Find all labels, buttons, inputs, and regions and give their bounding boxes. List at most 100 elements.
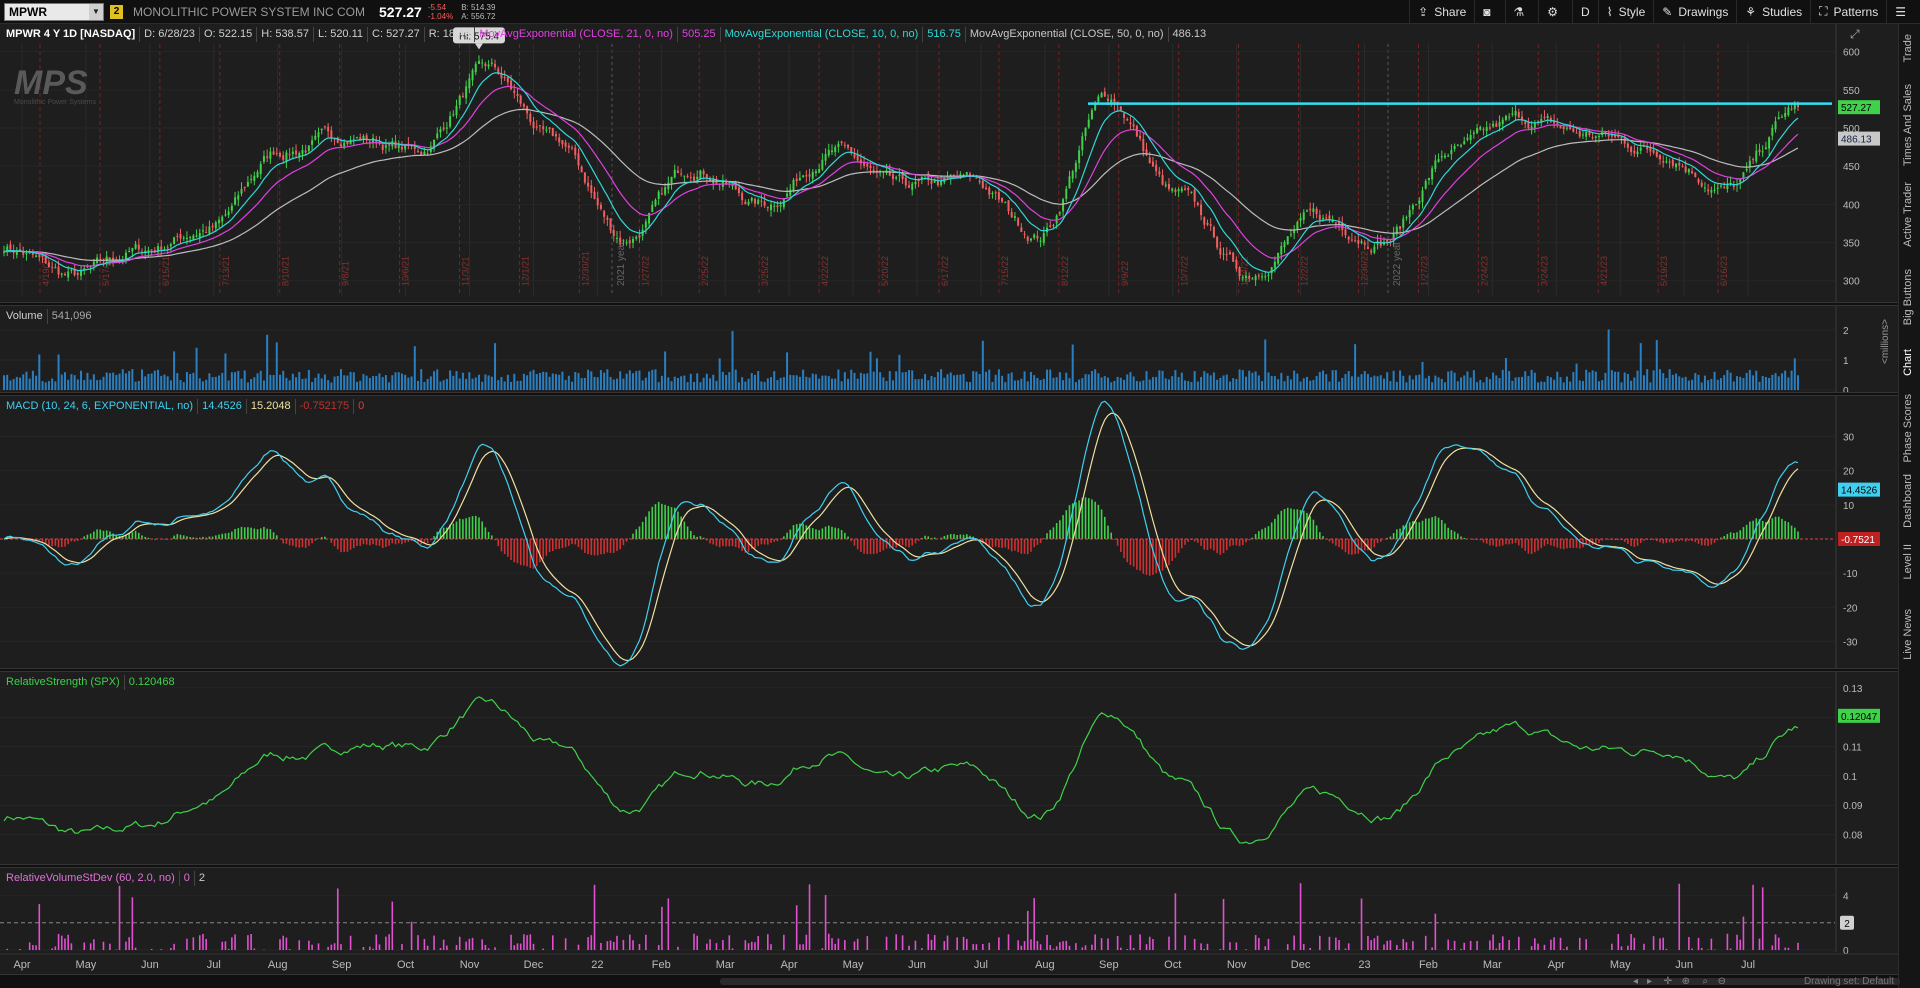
patterns-button[interactable]: ⛶ Patterns [1810, 0, 1886, 24]
candle-body [904, 177, 907, 186]
volume-bar [301, 378, 304, 390]
macd-value-tag: 14.4526 [1838, 482, 1880, 497]
relative-strength-pane[interactable]: RelativeStrength (SPX) 0.120468 0.130.12… [0, 672, 1898, 864]
ema10-label[interactable]: MovAvgExponential (CLOSE, 10, 0, no) [719, 26, 923, 42]
aggregation-button[interactable]: D [1572, 0, 1598, 24]
right-tab-active-trader[interactable]: Active Trader [1902, 182, 1914, 247]
macd-title[interactable]: MACD (10, 24, 6, EXPONENTIAL, no) [4, 399, 197, 414]
candle-body [795, 178, 798, 182]
rv-bar [523, 934, 525, 950]
volume-bar [429, 376, 432, 390]
symbol-dropdown-icon[interactable]: ▼ [89, 3, 103, 20]
macd-pane[interactable]: MACD (10, 24, 6, EXPONENTIAL, no) 14.452… [0, 396, 1898, 668]
right-tab-chart[interactable]: Chart [1902, 349, 1914, 376]
volume-bar [413, 346, 416, 390]
volume-bar [1774, 373, 1777, 390]
volume-bar [814, 374, 817, 390]
rv-chart-svg[interactable]: 402Apr May Jun Jul Aug Sep Oct Nov Dec 22 Feb Mar Ap… [0, 868, 1898, 974]
macd-histogram-bar [645, 516, 647, 539]
candle-body [1013, 216, 1016, 218]
rv-title[interactable]: RelativeVolumeStDev (60, 2.0, no) [4, 871, 179, 886]
volume-bar [131, 369, 134, 390]
volume-bar [494, 343, 497, 390]
rv-bar [1559, 937, 1562, 950]
candle-body [612, 229, 615, 236]
right-tab-times-and-sales[interactable]: Times And Sales [1902, 84, 1914, 166]
date-marker-label: 2/24/23 [1479, 256, 1489, 286]
candle-body [275, 152, 278, 154]
rv-bar [1550, 939, 1552, 950]
rs-chart-svg[interactable]: 0.130.120.110.10.090.080.12047 [0, 672, 1898, 864]
rv-bar [1309, 947, 1311, 950]
right-tab-level-ii[interactable]: Level II [1902, 544, 1914, 579]
candle-body [1626, 143, 1629, 148]
volume-chart-svg[interactable]: 210<millions> [0, 306, 1898, 397]
date-marker-label: 3/25/22 [760, 256, 770, 286]
snapshot-button[interactable]: ◙ [1474, 0, 1504, 24]
right-tab-live-news[interactable]: Live News [1902, 609, 1914, 660]
share-button[interactable]: ⇪ Share [1409, 0, 1474, 24]
candle-body [426, 153, 429, 155]
candle-body [1052, 224, 1055, 226]
link-group-badge[interactable]: 2 [110, 4, 123, 19]
volume-bar [1107, 377, 1109, 390]
scroll-right-icon[interactable]: ▸ [1647, 975, 1652, 988]
volume-bar [362, 374, 365, 390]
ema50-label[interactable]: MovAvgExponential (CLOSE, 50, 0, no) [964, 26, 1168, 42]
volume-bar [831, 378, 833, 390]
crosshair-icon[interactable]: ✛ [1664, 975, 1672, 988]
candle-body [869, 165, 872, 169]
style-button[interactable]: ⌇ Style [1597, 0, 1654, 24]
macd-histogram-bar [221, 533, 224, 539]
price-chart-svg[interactable]: 4/19/21 5/17/21 6/15/21 7/13/21 8/10/21 9/8/2… [0, 24, 1898, 302]
macd-histogram-bar [689, 530, 692, 539]
symbol-input[interactable]: MPWR ▼ [4, 2, 104, 21]
scroll-left-icon[interactable]: ◂ [1633, 975, 1638, 988]
volume-bar [997, 369, 1000, 390]
studies-button[interactable]: ⚘ Studies [1736, 0, 1810, 24]
zoom-out-icon[interactable]: ⊖ [1718, 975, 1726, 988]
rv-bar [317, 943, 320, 950]
rv-bar [1055, 946, 1058, 950]
volume-bar [320, 378, 323, 390]
volume-pane[interactable]: Volume 541,096 2 1 0 <millions> [0, 306, 1898, 397]
settings-button[interactable]: ⚙ [1538, 0, 1572, 24]
relative-volume-pane[interactable]: RelativeVolumeStDev (60, 2.0, no) 0 2 40… [0, 868, 1898, 974]
rv-bar [542, 948, 544, 950]
volume-bar [792, 375, 795, 390]
volume-bar [442, 380, 445, 390]
price-pane[interactable]: MPWR 4 Y 1D [NASDAQ] D: 6/28/23 O: 522.1… [0, 24, 1898, 302]
rv-bar [1267, 938, 1270, 950]
macd-chart-svg[interactable]: 302010-10-20-3014.4526-0.7521 [0, 396, 1898, 668]
zoom-icon[interactable]: ⊕ [1682, 975, 1690, 988]
volume-bar [1100, 377, 1103, 390]
x-axis-month-label: Nov [1227, 959, 1247, 971]
last-price-tag: 527.27 [1838, 100, 1880, 115]
candle-body [250, 178, 253, 180]
volume-bar [92, 374, 95, 390]
rs-title[interactable]: RelativeStrength (SPX) [4, 675, 124, 690]
right-tab-phase-scores[interactable]: Phase Scores [1902, 394, 1914, 462]
right-tab-dashboard[interactable]: Dashboard [1902, 474, 1914, 528]
volume-bar [121, 369, 124, 390]
search-icon[interactable]: ⌕ [1702, 975, 1708, 988]
macd-histogram-bar [1152, 539, 1154, 575]
volume-bar [240, 378, 243, 390]
flask-icon: ⚗ [1513, 4, 1525, 19]
right-tab-trade[interactable]: Trade [1902, 34, 1914, 62]
date-marker-label: 9/9/22 [1120, 261, 1130, 286]
volume-bar [741, 377, 744, 390]
macd-histogram-bar [612, 539, 615, 553]
ema21-label[interactable]: MovAvgExponential (CLOSE, 21, 0, no) [474, 26, 677, 42]
right-tab-big-buttons[interactable]: Big Buttons [1902, 269, 1914, 325]
macd-histogram-bar [1136, 539, 1138, 570]
candle-body [1546, 115, 1549, 118]
menu-button[interactable]: ☰ [1886, 0, 1920, 24]
volume-bar [786, 352, 789, 390]
drawings-button[interactable]: ✎ Drawings [1653, 0, 1736, 24]
lab-button[interactable]: ⚗ [1504, 0, 1539, 24]
volume-bar [1742, 378, 1745, 390]
volume-title[interactable]: Volume [4, 309, 47, 324]
ema50-line [3, 108, 1799, 262]
drawing-set-label[interactable]: Drawing set: Default [1804, 975, 1894, 988]
